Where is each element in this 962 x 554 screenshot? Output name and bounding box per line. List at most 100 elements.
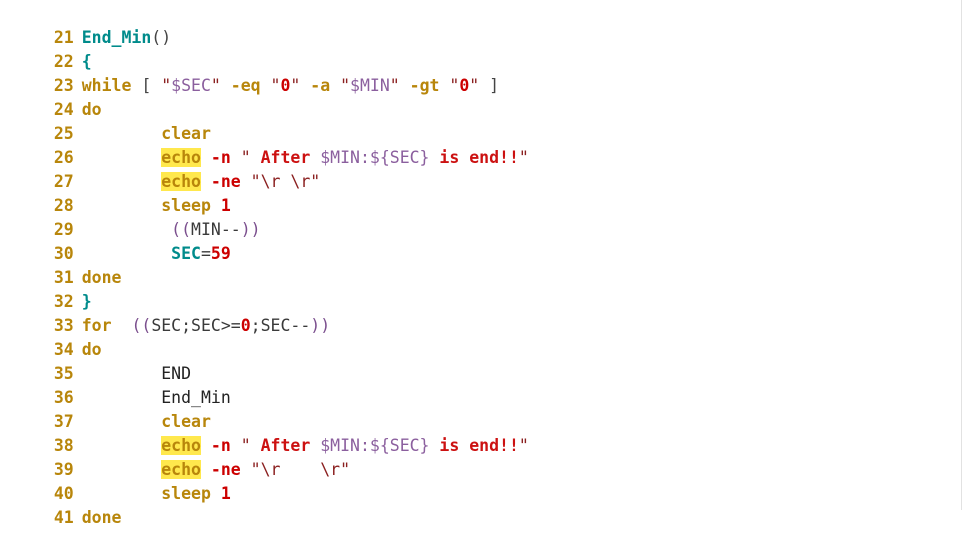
token-quote: " xyxy=(518,436,529,455)
token-parens: () xyxy=(151,28,172,47)
token-quote: " xyxy=(270,76,281,95)
line-content: echo -n " After $MIN:${SEC} is end!!" xyxy=(82,436,529,455)
token-variable-sec: $SEC xyxy=(171,76,211,95)
line-number: 40 xyxy=(53,484,74,503)
line-number: 33 xyxy=(53,316,74,335)
token-keyword-while: while xyxy=(81,76,132,95)
token-quote: " xyxy=(340,76,351,95)
token-quote: " xyxy=(250,172,261,191)
token-keyword-for: for xyxy=(81,316,112,335)
token-string-part: After xyxy=(250,148,321,167)
token-number: 59 xyxy=(210,244,231,263)
line-content: clear xyxy=(82,412,211,431)
token-command-sleep: sleep xyxy=(161,196,211,215)
token-variable-expansion: $MIN:${SEC} xyxy=(320,148,430,167)
token-command-clear: clear xyxy=(161,124,211,143)
line-number: 37 xyxy=(53,412,74,431)
token-command-echo-highlighted: echo xyxy=(161,172,201,191)
code-line[interactable]: 25 clear xyxy=(0,98,961,143)
line-content: echo -ne "\r \r" xyxy=(82,460,350,479)
token-keyword-done: done xyxy=(81,508,122,527)
token-function-name: End_Min xyxy=(81,28,152,47)
line-number: 22 xyxy=(53,52,74,71)
token-quote: " xyxy=(161,76,172,95)
line-content: END xyxy=(82,364,191,383)
line-content: while [ "$SEC" -eq "0" -a "$MIN" -gt "0"… xyxy=(82,76,499,95)
token-option: -ne xyxy=(210,172,241,191)
code-listing[interactable]: 21 End_Min() 22 { 23 while [ "$SEC" -eq "0"… xyxy=(0,0,962,527)
token-test-open: [ xyxy=(131,76,162,95)
token-command-echo-highlighted: echo xyxy=(161,436,201,455)
line-number: 25 xyxy=(53,124,74,143)
token-command-clear: clear xyxy=(161,412,211,431)
token-quote: " xyxy=(240,148,251,167)
token-test-close: ] xyxy=(479,76,500,95)
line-content: sleep 1 xyxy=(82,484,231,503)
line-content: ((MIN--)) xyxy=(82,220,261,239)
line-content: for ((SEC;SEC>=0;SEC--)) xyxy=(82,316,330,335)
token-expression: MIN-- xyxy=(191,220,241,239)
token-quote: " xyxy=(469,76,480,95)
token-open-brace: { xyxy=(81,52,92,71)
code-line[interactable]: 23 while [ "$SEC" -eq "0" -a "$MIN" -gt "… xyxy=(0,50,961,95)
line-number: 39 xyxy=(53,460,74,479)
token-quote: " xyxy=(210,76,221,95)
line-number: 34 xyxy=(53,340,74,359)
code-line[interactable]: 35 END xyxy=(0,338,961,383)
token-quote: " xyxy=(290,76,301,95)
token-quote: " xyxy=(449,76,460,95)
token-command-echo-highlighted: echo xyxy=(161,148,201,167)
token-escape: \r xyxy=(260,460,281,479)
line-content: End_Min() xyxy=(82,28,171,47)
token-quote: " xyxy=(250,460,261,479)
line-number: 23 xyxy=(53,76,74,95)
line-number: 24 xyxy=(53,100,74,119)
line-number: 32 xyxy=(53,292,74,311)
token-escape: \r xyxy=(320,460,341,479)
token-number: 0 xyxy=(240,316,251,335)
line-number: 27 xyxy=(53,172,74,191)
token-quote: " xyxy=(240,436,251,455)
token-string-part: is end!! xyxy=(429,436,519,455)
line-number: 30 xyxy=(53,244,74,263)
line-content: { xyxy=(82,52,92,71)
code-line[interactable]: 21 End_Min() xyxy=(0,2,961,47)
code-line[interactable]: 32} xyxy=(0,266,961,311)
token-keyword-do: do xyxy=(81,340,102,359)
token-option: -ne xyxy=(210,460,241,479)
token-keyword-done: done xyxy=(81,268,122,287)
line-content: do xyxy=(82,100,102,119)
line-number: 35 xyxy=(53,364,74,383)
code-line[interactable]: 33 for ((SEC;SEC>=0;SEC--)) xyxy=(0,290,961,335)
line-content: } xyxy=(82,292,92,311)
line-content: SEC=59 xyxy=(82,244,231,263)
token-close-brace: } xyxy=(81,292,92,311)
token-option: -n xyxy=(210,436,231,455)
line-content: done xyxy=(82,268,122,287)
token-arith-close: )) xyxy=(240,220,261,239)
line-number: 31 xyxy=(53,268,74,287)
line-content: do xyxy=(82,340,102,359)
token-assign-variable: SEC xyxy=(171,244,201,263)
token-variable-expansion: $MIN:${SEC} xyxy=(320,436,430,455)
line-number: 26 xyxy=(53,148,74,167)
token-function-call-end: END xyxy=(161,364,192,383)
token-keyword-do: do xyxy=(81,100,102,119)
token-string-part: is end!! xyxy=(429,148,519,167)
token-string-part: After xyxy=(250,436,321,455)
token-option: -n xyxy=(210,148,231,167)
line-number: 29 xyxy=(53,220,74,239)
line-number: 28 xyxy=(53,196,74,215)
token-arith-open: (( xyxy=(171,220,192,239)
token-gap xyxy=(280,172,290,191)
token-arith-close: )) xyxy=(310,316,331,335)
line-number: 36 xyxy=(53,388,74,407)
line-content: clear xyxy=(82,124,211,143)
line-content: End_Min xyxy=(82,388,231,407)
token-number: 1 xyxy=(220,196,231,215)
token-arith-open: (( xyxy=(131,316,152,335)
line-content: done xyxy=(82,508,122,527)
token-quote: " xyxy=(310,172,321,191)
token-command-sleep: sleep xyxy=(161,484,211,503)
token-number: 0 xyxy=(280,76,291,95)
